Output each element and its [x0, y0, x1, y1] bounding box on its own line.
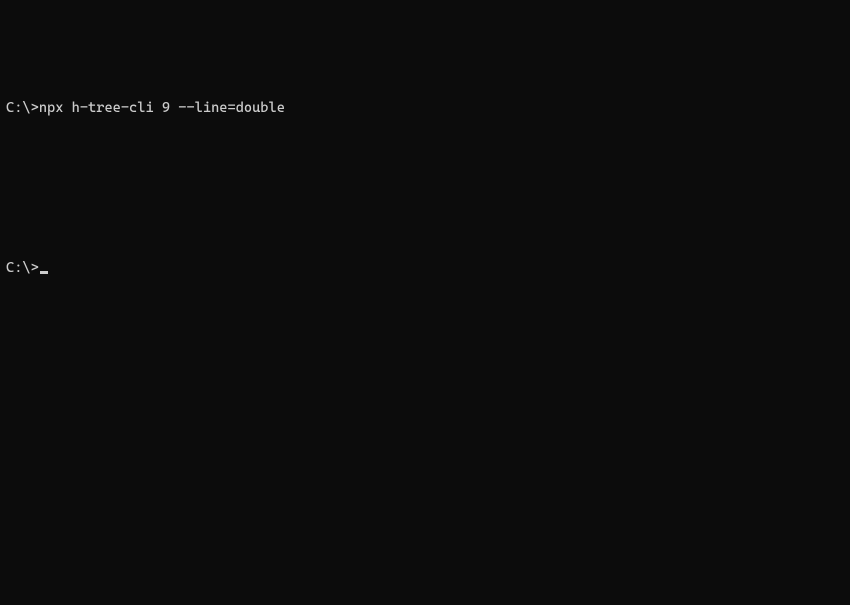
- prompt-line-1: C:\>npx h-tree-cli 9 --line=double: [6, 100, 844, 116]
- terminal-window[interactable]: C:\>npx h-tree-cli 9 --line=double C:\>: [0, 64, 850, 296]
- cursor: [40, 271, 48, 274]
- prompt-text: C:\>: [6, 260, 39, 276]
- command-text: npx h-tree-cli 9 --line=double: [39, 100, 285, 116]
- blank-line: [6, 212, 844, 228]
- prompt-text: C:\>: [6, 100, 39, 116]
- prompt-line-2[interactable]: C:\>: [6, 260, 844, 276]
- blank-line: [6, 148, 844, 164]
